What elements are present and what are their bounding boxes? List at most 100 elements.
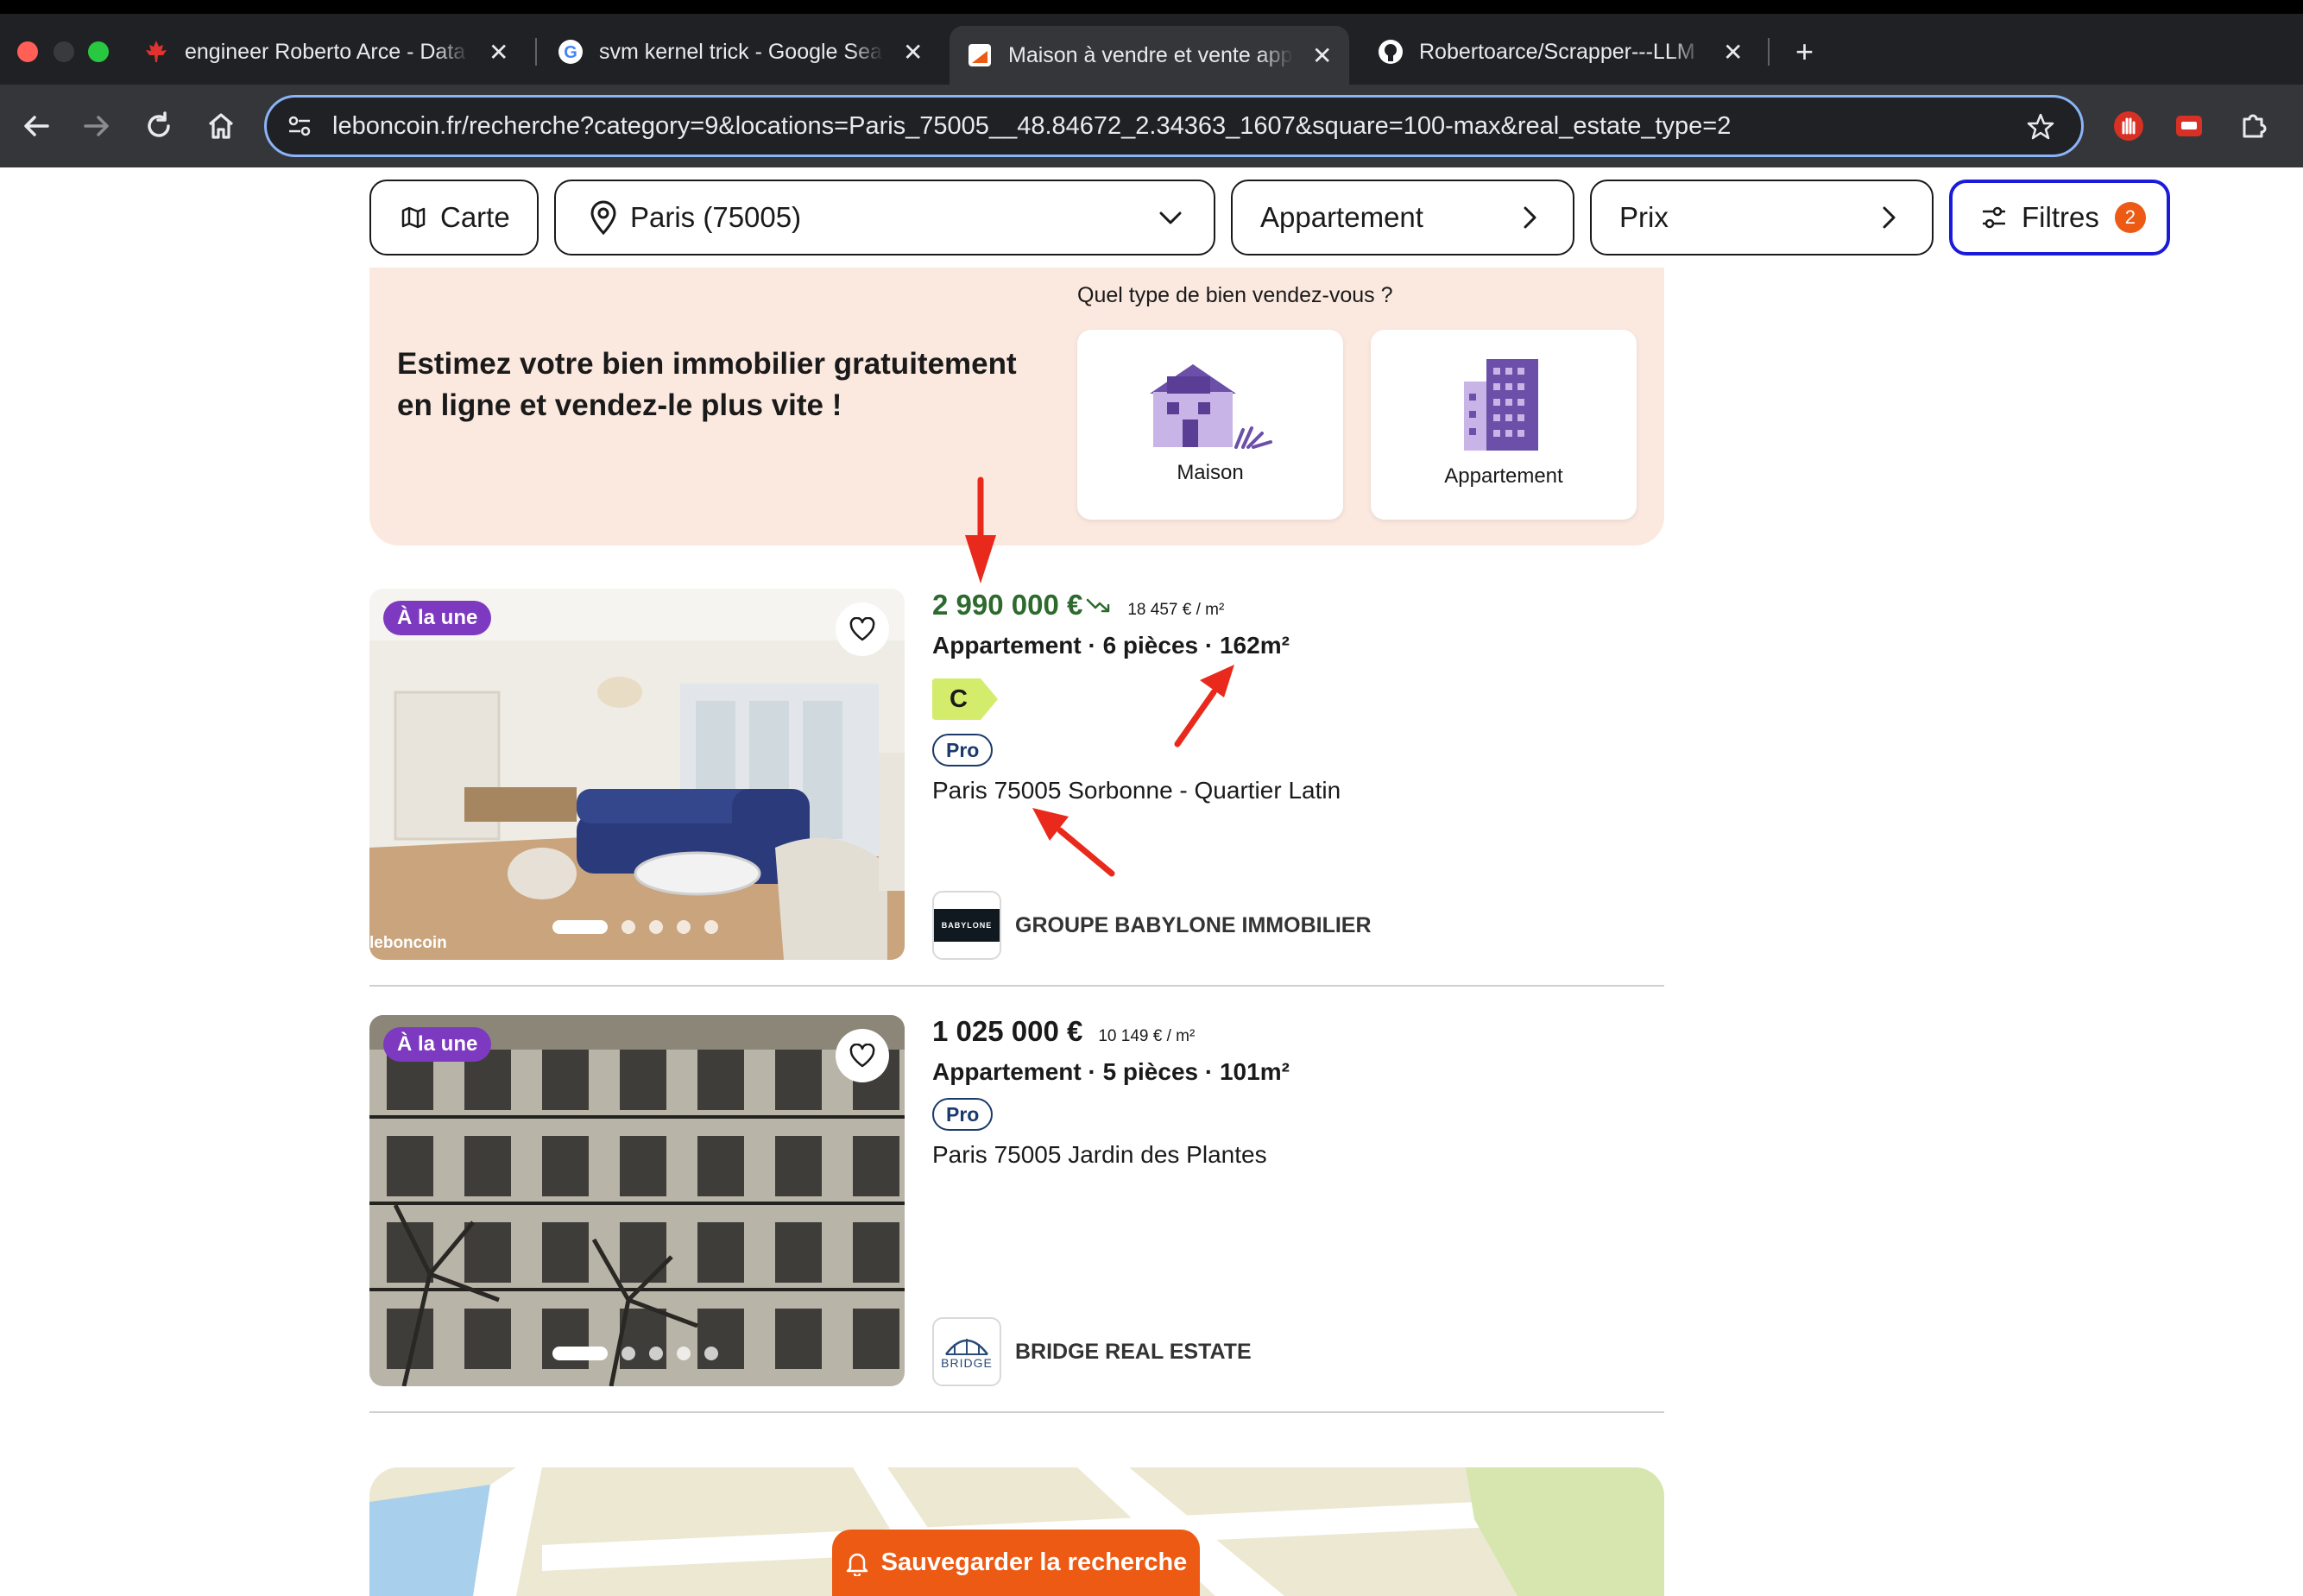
tab-google[interactable]: G svm kernel trick - Google Sea ✕ xyxy=(540,26,940,78)
home-icon xyxy=(208,113,234,139)
github-icon xyxy=(1378,39,1404,65)
reload-icon xyxy=(148,111,170,137)
minimize-window-button[interactable] xyxy=(54,41,74,62)
pro-seller-badge: Pro xyxy=(932,734,994,766)
back-button[interactable] xyxy=(17,107,55,145)
property-type-filter[interactable]: Appartement xyxy=(1231,180,1574,255)
filters-count-badge: 2 xyxy=(2114,202,2146,233)
hand-extension-icon[interactable] xyxy=(2110,107,2148,145)
carousel-dot[interactable] xyxy=(552,1347,608,1360)
chevron-down-icon xyxy=(1157,204,1184,238)
carousel-dot[interactable] xyxy=(649,920,663,934)
carousel-dot[interactable] xyxy=(552,920,608,934)
listing-price-row: 2 990 000 € 18 457 € / m² xyxy=(932,589,1224,621)
listing-card[interactable]: À la une leboncoin 2 990 000 € 18 457 € … xyxy=(369,589,1664,960)
leboncoin-icon xyxy=(967,42,993,68)
arrow-right-icon xyxy=(84,116,109,136)
chrome-top-strip xyxy=(0,0,2303,14)
banner-question: Quel type de bien vendez-vous ? xyxy=(1077,283,1393,307)
babylone-logo-icon: BABYLONE xyxy=(934,909,1000,942)
listing-photo[interactable]: À la une xyxy=(369,1015,905,1386)
filters-label: Filtres xyxy=(2022,201,2099,233)
sell-apartment-card[interactable]: Appartement xyxy=(1371,330,1637,520)
maximize-window-button[interactable] xyxy=(88,41,109,62)
close-window-button[interactable] xyxy=(17,41,38,62)
sell-house-label: Maison xyxy=(1177,461,1244,484)
location-select[interactable]: Paris (75005) xyxy=(554,180,1215,255)
carousel-dot[interactable] xyxy=(621,920,635,934)
estimation-banner: Estimez votre bien immobilier gratuiteme… xyxy=(369,268,1664,546)
listing-price-row: 1 025 000 € 10 149 € / m² xyxy=(932,1015,1195,1048)
chevron-right-icon xyxy=(1875,204,1902,238)
carousel-dot[interactable] xyxy=(649,1347,663,1360)
pro-seller-badge: Pro xyxy=(932,1098,994,1131)
tab-linkedin[interactable]: engineer Roberto Arce - Data ✕ xyxy=(126,26,526,78)
agency-logo[interactable]: BRIDGE xyxy=(932,1317,1001,1386)
agency-logo[interactable]: BABYLONE xyxy=(932,891,1001,960)
map-button[interactable]: Carte xyxy=(369,180,539,255)
tab-title: Maison à vendre et vente app xyxy=(1008,42,1293,67)
favorite-button[interactable] xyxy=(836,602,889,656)
carousel-dot[interactable] xyxy=(621,1347,635,1360)
tab-separator xyxy=(1768,38,1770,66)
bookmark-star-icon[interactable] xyxy=(2026,112,2055,142)
chevron-right-icon xyxy=(1516,204,1543,238)
photo-carousel-dots[interactable] xyxy=(552,1347,718,1360)
listing-photo[interactable]: À la une leboncoin xyxy=(369,589,905,960)
favorite-button[interactable] xyxy=(836,1029,889,1082)
reload-button[interactable] xyxy=(140,107,178,145)
property-type-label: Appartement xyxy=(1260,201,1423,233)
filters-button[interactable]: Filtres 2 xyxy=(1949,180,2170,255)
house-illustration-icon xyxy=(1141,359,1279,458)
maple-leaf-icon xyxy=(143,39,169,65)
close-tab-icon[interactable]: ✕ xyxy=(489,38,508,66)
carousel-dot[interactable] xyxy=(704,920,718,934)
tab-github[interactable]: Robertoarce/Scrapper---LLM ✕ xyxy=(1360,26,1760,78)
google-icon: G xyxy=(558,39,584,65)
close-tab-icon[interactable]: ✕ xyxy=(1723,38,1743,66)
address-bar[interactable]: leboncoin.fr/recherche?category=9&locati… xyxy=(264,95,2084,157)
carousel-dot[interactable] xyxy=(677,920,691,934)
location-value: Paris (75005) xyxy=(630,201,802,233)
new-tab-button[interactable]: + xyxy=(1778,26,1831,78)
url-text[interactable]: leboncoin.fr/recherche?category=9&locati… xyxy=(332,112,1731,141)
price-filter[interactable]: Prix xyxy=(1590,180,1934,255)
carousel-dot[interactable] xyxy=(704,1347,718,1360)
close-tab-icon[interactable]: ✕ xyxy=(903,38,923,66)
tab-title: Robertoarce/Scrapper---LLM xyxy=(1419,39,1695,64)
sell-house-card[interactable]: Maison xyxy=(1077,330,1343,520)
location-pin-icon xyxy=(589,200,618,235)
featured-badge: À la une xyxy=(383,1027,492,1062)
sell-apartment-label: Appartement xyxy=(1444,464,1563,488)
agency-name[interactable]: GROUPE BABYLONE IMMOBILIER xyxy=(1015,913,1372,938)
listing-location: Paris 75005 Jardin des Plantes xyxy=(932,1141,1267,1168)
forward-button[interactable] xyxy=(78,107,116,145)
sliders-icon xyxy=(1980,205,2008,230)
save-search-button[interactable]: Sauvegarder la recherche xyxy=(832,1530,1200,1596)
featured-badge: À la une xyxy=(383,601,492,635)
price-per-m2: 18 457 € / m² xyxy=(1127,601,1225,619)
home-button[interactable] xyxy=(202,107,240,145)
tab-leboncoin[interactable]: Maison à vendre et vente app ✕ xyxy=(950,26,1350,85)
map-button-label: Carte xyxy=(440,201,510,233)
price-per-m2: 10 149 € / m² xyxy=(1098,1027,1196,1045)
save-search-label: Sauvegarder la recherche xyxy=(880,1549,1188,1576)
heart-icon xyxy=(849,617,875,641)
site-settings-icon[interactable] xyxy=(286,112,313,140)
plus-icon: + xyxy=(1795,34,1814,69)
energy-class-letter: C xyxy=(950,685,968,713)
listing-card[interactable]: À la une 1 025 000 € 10 149 € / m² Appar… xyxy=(369,1015,1664,1386)
carousel-dot[interactable] xyxy=(677,1347,691,1360)
tab-separator xyxy=(535,38,537,66)
listing-divider xyxy=(369,985,1664,987)
close-tab-icon[interactable]: ✕ xyxy=(1312,41,1332,70)
agency-name[interactable]: BRIDGE REAL ESTATE xyxy=(1015,1340,1252,1365)
listing-title[interactable]: Appartement · 5 pièces · 101m² xyxy=(932,1058,1290,1086)
energy-class-badge: C xyxy=(932,678,998,720)
agency-logo-text: BABYLONE xyxy=(941,921,993,930)
photo-carousel-dots[interactable] xyxy=(552,920,718,934)
listing-title[interactable]: Appartement · 6 pièces · 162m² xyxy=(932,632,1290,659)
price-drop-icon xyxy=(1086,596,1112,615)
screen-extension-icon[interactable] xyxy=(2170,107,2208,145)
puzzle-extension-icon[interactable] xyxy=(2234,107,2272,145)
